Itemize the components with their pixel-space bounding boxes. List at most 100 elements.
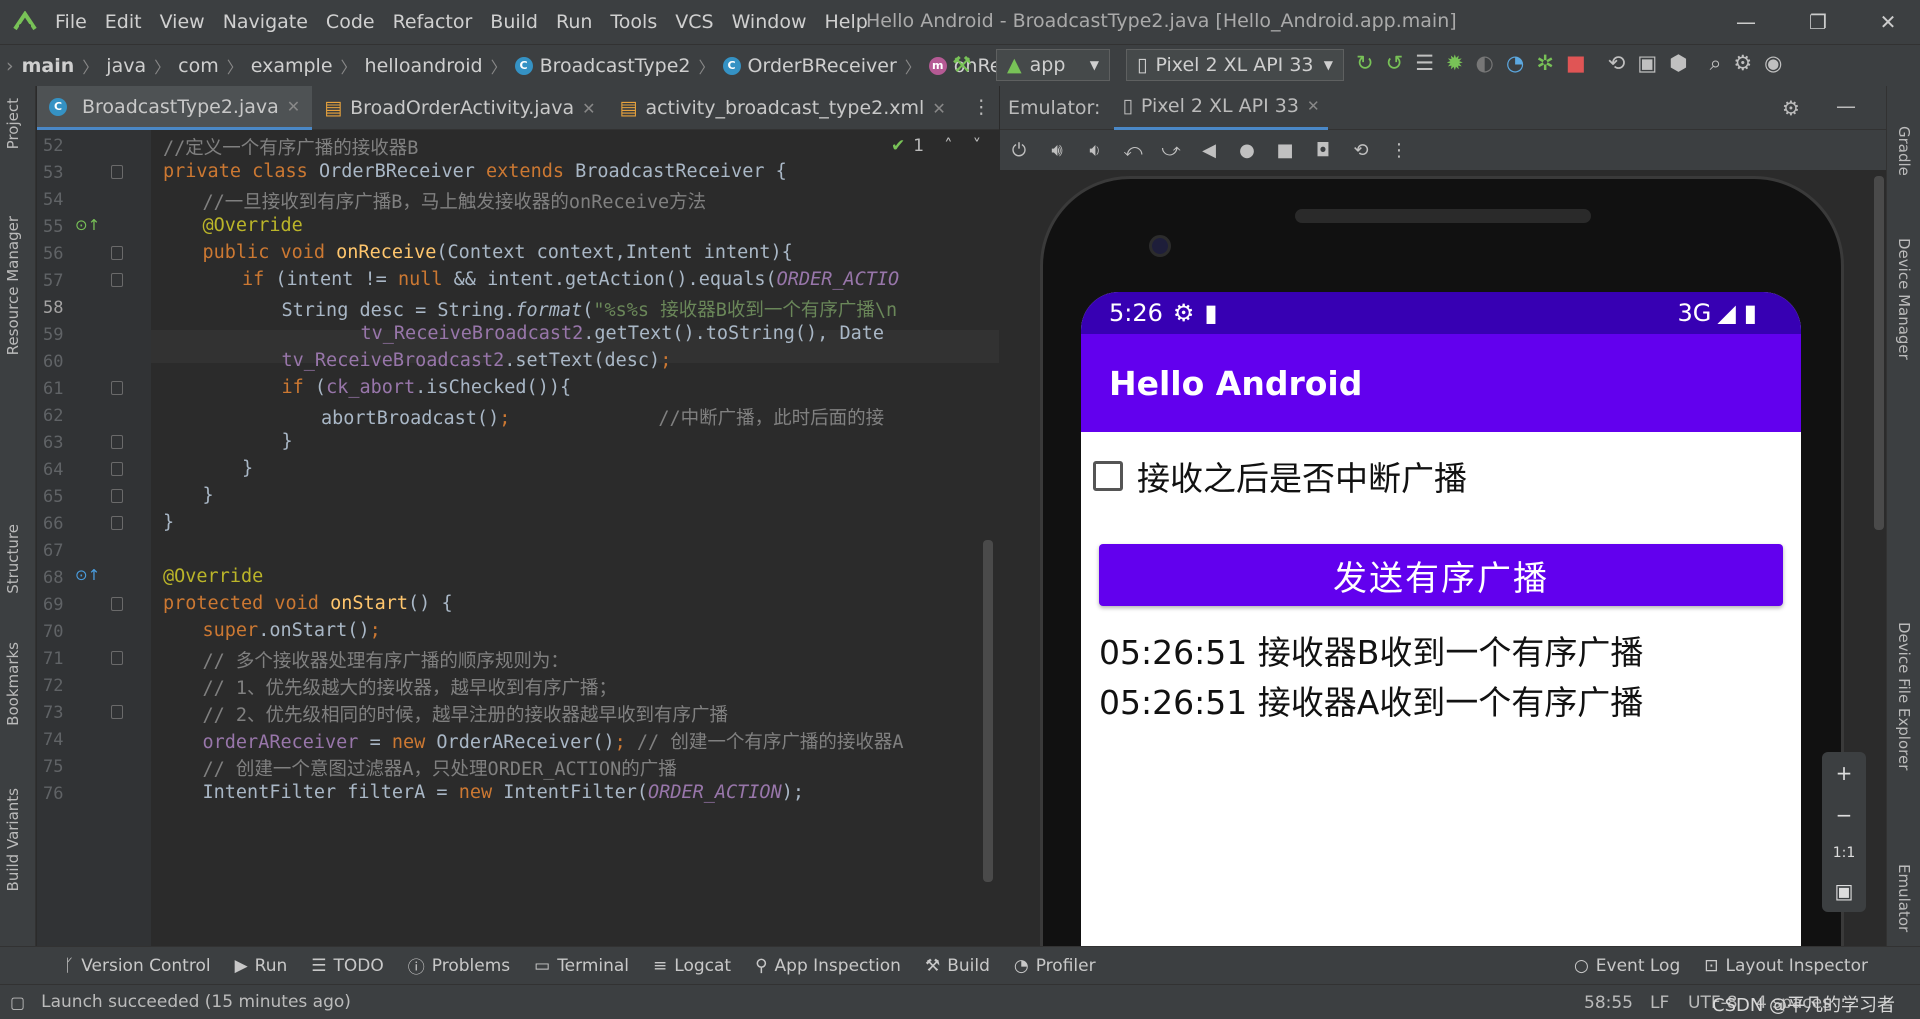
profiler-tab[interactable]: ◔ Profiler [1002,956,1108,976]
fold-marker-icon[interactable] [111,246,123,260]
layout-inspector-tab[interactable]: ⊡ Layout Inspector [1692,956,1880,976]
menu-window[interactable]: Window [723,11,816,33]
structure-tab[interactable]: Structure [4,524,22,594]
chevron-down-icon[interactable]: ˅ [973,136,982,156]
sync-gradle-icon[interactable]: ⟲ [1608,51,1626,76]
override-marker-icon[interactable]: ⊙↑ [75,566,100,584]
app-inspection-tab[interactable]: ⚲ App Inspection [743,956,913,976]
emulator-panel-tab[interactable]: Emulator [1895,864,1913,932]
fold-marker-icon[interactable] [111,462,123,476]
todo-tab[interactable]: ☰ TODO [299,956,396,976]
hammer-build-icon[interactable]: ⚒ [952,53,972,78]
fold-marker-icon[interactable] [111,516,123,530]
chevron-up-icon[interactable]: ˄ [944,136,953,156]
logcat-tab[interactable]: ≡ Logcat [641,956,743,976]
volume-up-icon[interactable]: 🔊︎ [1038,140,1076,161]
run-tab[interactable]: ▶ Run [223,956,300,976]
breadcrumb-java[interactable]: java [106,55,146,77]
logcat-icon[interactable]: ☰ [1415,51,1434,76]
close-icon[interactable]: ✕ [1307,97,1320,115]
close-window-button[interactable]: ✕ [1856,0,1920,44]
overview-icon[interactable]: ■ [1266,140,1304,161]
fold-marker-icon[interactable] [111,651,123,665]
fold-marker-icon[interactable] [111,165,123,179]
menu-vcs[interactable]: VCS [666,11,722,33]
menu-build[interactable]: Build [481,11,547,33]
stop-icon[interactable]: ■ [1566,51,1586,76]
event-log-tab[interactable]: ○ Event Log [1562,956,1692,976]
menu-edit[interactable]: Edit [96,11,151,33]
override-marker-icon[interactable]: ⊙↑ [75,216,100,234]
fold-marker-icon[interactable] [111,435,123,449]
breadcrumb-class[interactable]: BroadcastType2 [540,55,691,77]
coverage-icon[interactable]: ◐ [1476,51,1494,76]
tab-activity-broadcast-xml[interactable]: ▤ activity_broadcast_type2.xml ✕ [608,86,958,130]
menu-run[interactable]: Run [547,11,601,33]
code-editor[interactable]: 52 53 54 55 56 57 58 59 60 61 62 63 64 65 66 67 68 69 70 71… [37,130,999,946]
problems-tab[interactable]: ⓘ Problems [396,953,522,979]
gear-icon[interactable]: ⚙ [1782,96,1800,120]
inspection-widget[interactable]: ✔ 1 ˄ ˅ [891,136,981,156]
gradle-tab[interactable]: Gradle [1895,126,1913,176]
home-icon[interactable]: ● [1228,140,1266,161]
phone-screen[interactable]: 5:26 ⚙ ▮ 3G ◢ ▮ Hello Android 接收之后是否中断广播… [1081,292,1801,946]
run-config-selector[interactable]: ▲ app ▼ [996,49,1110,81]
zoom-in-icon[interactable]: + [1836,761,1853,785]
version-control-tab[interactable]: ᚴ Version Control [52,956,223,976]
project-panel-tab[interactable]: Project [4,98,22,149]
close-icon[interactable]: ✕ [582,99,595,118]
breadcrumb-com[interactable]: com [178,55,219,77]
zoom-fit-icon[interactable]: ▣ [1835,879,1854,903]
menu-navigate[interactable]: Navigate [214,11,317,33]
device-manager-tab[interactable]: Device Manager [1895,238,1913,360]
caret-position[interactable]: 58:55 [1584,993,1633,1013]
line-separator[interactable]: LF [1650,993,1669,1013]
breadcrumb-helloandroid[interactable]: helloandroid [365,55,483,77]
menu-file[interactable]: File [46,11,96,33]
minimize-panel-icon[interactable]: — [1836,94,1856,118]
menu-tools[interactable]: Tools [601,11,666,33]
tab-broadorderactivity[interactable]: ▤ BroadOrderActivity.java ✕ [312,86,607,130]
back-icon[interactable]: ◀ [1190,140,1228,161]
menu-refactor[interactable]: Refactor [384,11,482,33]
fold-marker-icon[interactable] [111,273,123,287]
power-icon[interactable]: ⏻ [1000,140,1038,161]
fold-marker-icon[interactable] [111,489,123,503]
user-icon[interactable]: ◉ [1764,51,1782,76]
restore-button[interactable]: ❐ [1786,0,1850,44]
zoom-out-icon[interactable]: − [1836,803,1853,827]
more-options-icon[interactable]: ⋮ [1380,140,1418,161]
bookmarks-tab[interactable]: Bookmarks [4,642,22,726]
build-variants-tab[interactable]: Build Variants [4,788,22,891]
apply-code-changes-icon[interactable]: ↺ [1386,51,1404,76]
emulator-device-tab[interactable]: ▯ Pixel 2 XL API 33 ✕ [1114,86,1328,130]
breadcrumb-example[interactable]: example [251,55,333,77]
rotate-left-icon[interactable]: ⤺ [1114,140,1152,161]
terminal-tab[interactable]: ▭ Terminal [522,956,641,976]
camera-icon[interactable]: ◘ [1304,140,1342,161]
device-file-explorer-tab[interactable]: Device File Explorer [1895,622,1913,770]
abort-checkbox[interactable] [1093,461,1123,491]
close-icon[interactable]: ✕ [287,97,300,116]
search-icon[interactable]: ⌕ [1710,51,1722,76]
build-tab[interactable]: ⚒ Build [913,956,1002,976]
breadcrumb-inner-class[interactable]: OrderBReceiver [748,55,897,77]
zoom-actual-size-icon[interactable]: 1:1 [1833,845,1856,861]
tab-broadcasttype2[interactable]: C BroadcastType2.java ✕ [37,86,313,130]
resource-manager-tab[interactable]: Resource Manager [4,216,22,355]
emulator-scrollbar[interactable] [1874,176,1884,530]
breadcrumb-main[interactable]: main [22,55,75,77]
attach-debugger-icon[interactable]: ✲ [1536,51,1554,76]
profile-icon[interactable]: ◔ [1506,51,1524,76]
editor-scrollbar[interactable] [983,540,993,882]
rotate-right-icon[interactable]: ⤻ [1152,140,1190,161]
device-selector[interactable]: ▯ Pixel 2 XL API 33 ▼ [1126,49,1344,81]
status-toggle-icon[interactable]: ▢ [10,993,25,1012]
fold-marker-icon[interactable] [111,705,123,719]
minimize-button[interactable]: — [1714,0,1778,44]
menu-view[interactable]: View [151,11,214,33]
fold-marker-icon[interactable] [111,597,123,611]
more-tabs-icon[interactable]: ⋮ [958,86,1005,129]
gear-icon[interactable]: ⚙ [1733,51,1752,76]
send-ordered-broadcast-button[interactable]: 发送有序广播 [1099,544,1783,606]
